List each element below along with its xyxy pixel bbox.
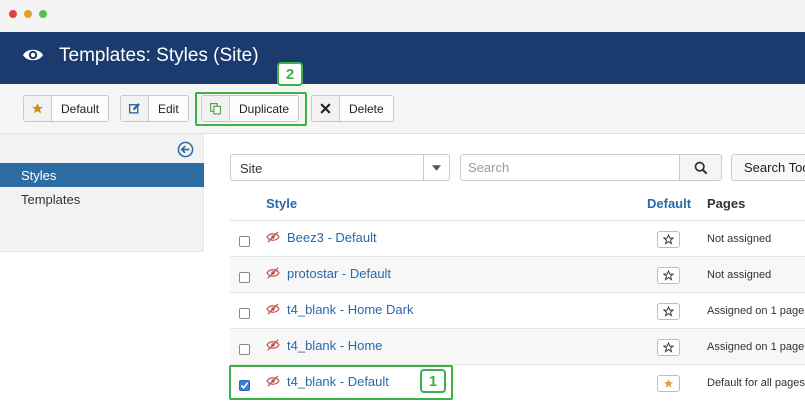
set-default-button[interactable] bbox=[657, 303, 680, 320]
table-row: protostar - Default Not assigned bbox=[230, 256, 805, 292]
sidebar: Styles Templates bbox=[0, 134, 204, 252]
default-button-label: Default bbox=[61, 101, 100, 116]
column-header-default[interactable]: Default bbox=[647, 196, 691, 211]
style-name-link[interactable]: t4_blank - Home Dark bbox=[287, 302, 413, 317]
search-button[interactable] bbox=[679, 154, 722, 181]
minimize-window-button[interactable] bbox=[24, 10, 32, 18]
column-header-style[interactable]: Style bbox=[266, 196, 297, 211]
edit-icon bbox=[121, 96, 149, 121]
column-header-pages: Pages bbox=[707, 196, 746, 211]
row-checkbox[interactable] bbox=[239, 344, 250, 355]
eye-slash-icon bbox=[266, 267, 280, 279]
table-row: t4_blank - Home Assigned on 1 page bbox=[230, 328, 805, 364]
default-star-button[interactable] bbox=[657, 375, 680, 392]
style-name-link[interactable]: t4_blank - Home bbox=[287, 338, 382, 353]
table-row: Beez3 - Default Not assigned bbox=[230, 220, 805, 256]
set-default-button[interactable] bbox=[657, 231, 680, 248]
toolbar: Default Edit Duplicate Delete bbox=[0, 84, 805, 134]
style-name-link[interactable]: Beez3 - Default bbox=[287, 230, 377, 245]
close-icon bbox=[312, 96, 340, 121]
client-select[interactable]: Site bbox=[230, 154, 450, 181]
star-outline-icon bbox=[663, 306, 674, 317]
eye-icon bbox=[23, 49, 43, 61]
step-badge-2: 2 bbox=[277, 62, 303, 86]
eye-slash-icon bbox=[266, 339, 280, 351]
edit-button-label: Edit bbox=[158, 101, 179, 116]
star-outline-icon bbox=[663, 342, 674, 353]
style-name-link[interactable]: protostar - Default bbox=[287, 266, 391, 281]
page-header: Templates: Styles (Site) bbox=[0, 32, 805, 84]
delete-button-label: Delete bbox=[349, 101, 384, 116]
set-default-button[interactable] bbox=[657, 267, 680, 284]
pages-assignment: Assigned on 1 page bbox=[707, 305, 805, 317]
close-window-button[interactable] bbox=[9, 10, 17, 18]
maximize-window-button[interactable] bbox=[39, 10, 47, 18]
pages-assignment: Assigned on 1 page bbox=[707, 341, 805, 353]
sidebar-item-templates[interactable]: Templates bbox=[0, 187, 204, 211]
default-button[interactable]: Default bbox=[23, 95, 110, 122]
sidebar-item-styles[interactable]: Styles bbox=[0, 163, 204, 187]
search-icon bbox=[694, 161, 707, 174]
edit-button[interactable]: Edit bbox=[120, 95, 189, 122]
search-tools-button[interactable]: Search Tools bbox=[731, 154, 805, 181]
duplicate-highlight bbox=[195, 92, 307, 126]
pages-assignment: Default for all pages bbox=[707, 377, 805, 389]
star-filled-icon bbox=[663, 378, 674, 388]
eye-slash-icon bbox=[266, 231, 280, 243]
client-select-value: Site bbox=[240, 161, 263, 176]
window-titlebar bbox=[0, 0, 805, 32]
pages-assignment: Not assigned bbox=[707, 269, 772, 281]
step-badge-1: 1 bbox=[420, 369, 446, 393]
row-checkbox[interactable] bbox=[239, 236, 250, 247]
page-title: Templates: Styles (Site) bbox=[59, 45, 259, 66]
chevron-down-icon bbox=[423, 155, 449, 180]
table-row: t4_blank - Home Dark Assigned on 1 page bbox=[230, 292, 805, 328]
row-checkbox[interactable] bbox=[239, 272, 250, 283]
star-outline-icon bbox=[663, 270, 674, 281]
delete-button[interactable]: Delete bbox=[311, 95, 394, 122]
row-checkbox[interactable] bbox=[239, 308, 250, 319]
pages-assignment: Not assigned bbox=[707, 233, 772, 245]
search-input[interactable] bbox=[460, 154, 680, 181]
collapse-sidebar-icon[interactable] bbox=[177, 141, 194, 158]
star-outline-icon bbox=[663, 234, 674, 245]
set-default-button[interactable] bbox=[657, 339, 680, 356]
star-icon bbox=[24, 96, 52, 121]
eye-slash-icon bbox=[266, 303, 280, 315]
